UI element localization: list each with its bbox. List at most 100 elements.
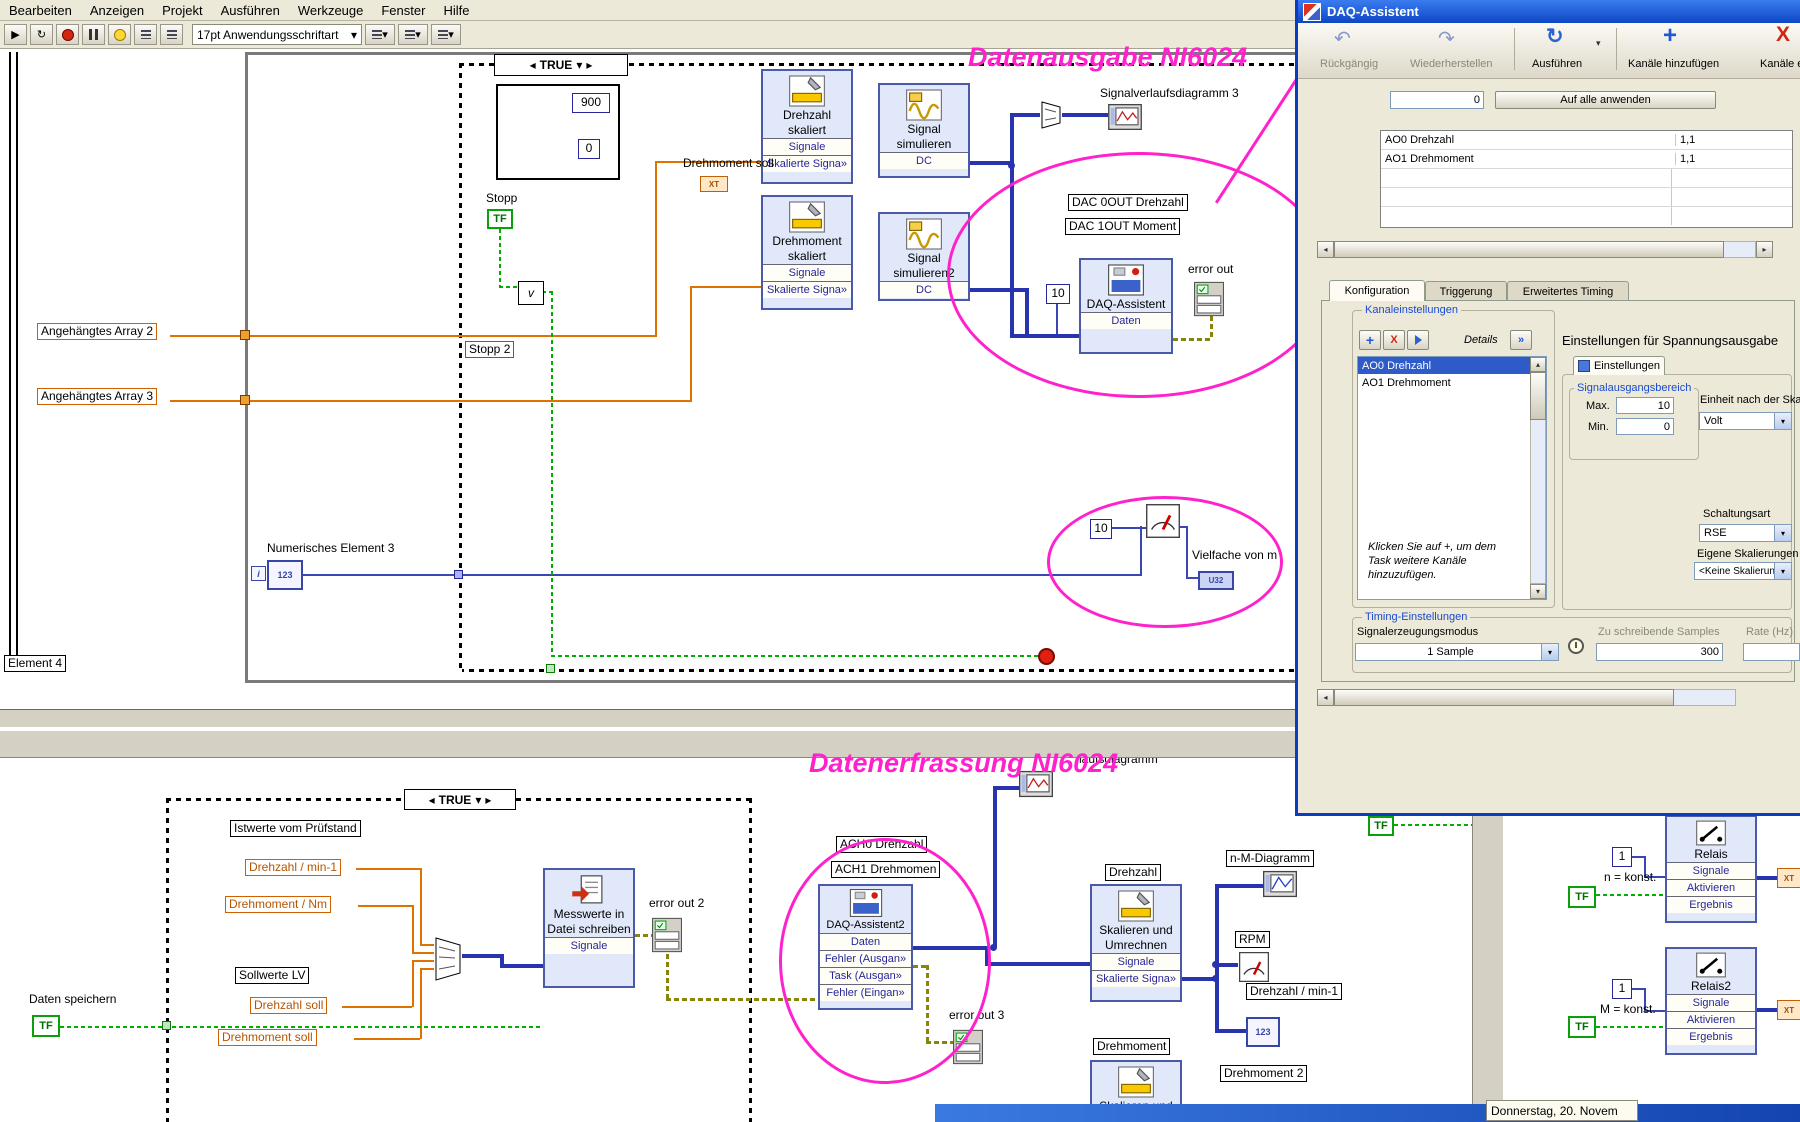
drehzahl-label[interactable]: Drehzahl [1105, 864, 1162, 881]
vi-terminal-row[interactable]: Signale [1667, 994, 1755, 1011]
circuit-combobox[interactable]: RSE ▾ [1699, 524, 1792, 542]
scroll-left-button[interactable]: ◂ [1317, 241, 1334, 258]
vi-terminal-row[interactable]: Signale [545, 937, 633, 954]
merge-signals-icon[interactable] [434, 936, 462, 987]
case-selector[interactable]: ◂ TRUE ▾ ▸ [494, 54, 628, 76]
tab-konfiguration[interactable]: Konfiguration [1329, 280, 1425, 301]
express-vi-signal-simulieren[interactable]: Signal simulieren DC [878, 83, 970, 178]
font-selector[interactable]: 17pt Anwendungsschriftart ▾ [192, 24, 362, 45]
xy-graph-terminal-icon[interactable] [1263, 870, 1297, 903]
vi-terminal-row[interactable]: Skalierte Signa» [763, 281, 851, 298]
table-row[interactable] [1381, 169, 1792, 188]
or-gate-icon[interactable]: v [518, 281, 544, 305]
case-structure-border[interactable] [166, 798, 169, 1122]
boolean-tunnel[interactable] [162, 1021, 171, 1030]
case-prev-icon[interactable]: ◂ [530, 58, 536, 72]
menu-fenster[interactable]: Fenster [372, 3, 434, 18]
vi-terminal-row[interactable]: Ergebnis [1667, 896, 1755, 913]
table-row[interactable]: AO0 Drehzahl 1,1 [1381, 131, 1792, 150]
scroll-left-button[interactable]: ◂ [1317, 689, 1334, 706]
table-row[interactable] [1381, 188, 1792, 207]
align-objects-button[interactable]: ▾ [365, 24, 395, 45]
wizard-button[interactable] [1407, 330, 1429, 350]
sollwerte-label[interactable]: Sollwerte LV [235, 967, 310, 984]
vi-terminal-row[interactable]: Signale [763, 264, 851, 281]
merge-signals-icon[interactable] [1040, 100, 1062, 135]
loop-tunnel[interactable] [240, 330, 250, 340]
vi-terminal-row[interactable]: Skalierte Signa» [763, 155, 851, 172]
unit-combobox[interactable]: Volt ▾ [1699, 412, 1792, 430]
stopp2-label[interactable]: Stopp 2 [465, 341, 515, 358]
redo-button[interactable]: Wiederherstellen [1410, 58, 1493, 70]
numeric-terminal-123[interactable]: 123 [1246, 1017, 1280, 1047]
details-expand-button[interactable]: » [1510, 330, 1532, 350]
case-selector[interactable]: ◂ TRUE ▾ ▸ [404, 789, 516, 810]
abort-button[interactable] [56, 24, 79, 45]
chevron-down-icon[interactable]: ▾ [475, 793, 481, 807]
boolean-terminal[interactable]: TF [1568, 1016, 1596, 1038]
tab-erweitertes-timing[interactable]: Erweitertes Timing [1507, 281, 1629, 301]
reorder-button[interactable]: ▾ [431, 24, 461, 45]
channel-list-item[interactable]: AO1 Drehmoment [1358, 374, 1530, 391]
remove-channels-button[interactable]: Kanäle ent [1760, 58, 1800, 70]
element4-label[interactable]: Element 4 [4, 655, 67, 672]
vi-terminal-row[interactable]: Signale [1667, 862, 1755, 879]
case-next-icon[interactable]: ▸ [485, 793, 491, 807]
vi-terminal-row[interactable]: Skalierte Signa» [1092, 970, 1180, 987]
vi-terminal-row[interactable]: Aktivieren [1667, 1011, 1755, 1028]
scroll-up-button[interactable]: ▴ [1530, 357, 1546, 372]
remove-channel-button[interactable]: X [1383, 330, 1405, 350]
case-structure-border[interactable] [459, 63, 462, 672]
step-over-button[interactable] [160, 24, 183, 45]
drehzahl-min-indicator-label[interactable]: Drehzahl / min-1 [1246, 983, 1343, 1000]
menu-werkzeuge[interactable]: Werkzeuge [289, 3, 373, 18]
edge-tunnel-icon[interactable]: XT [1777, 1000, 1800, 1020]
drehmoment2-label[interactable]: Drehmoment 2 [1220, 1065, 1308, 1082]
iteration-icon[interactable]: i [251, 566, 266, 581]
scrollbar-thumb[interactable] [1530, 372, 1546, 420]
stopp-boolean-terminal[interactable]: TF [487, 209, 513, 229]
case-structure-border[interactable] [459, 669, 1309, 672]
numeric-constant-1[interactable]: 1 [1612, 979, 1632, 999]
menu-hilfe[interactable]: Hilfe [434, 3, 478, 18]
express-vi-drehmoment-skaliert[interactable]: Drehmoment skaliert Signale Skalierte Si… [761, 195, 853, 310]
drehmoment-nm-label[interactable]: Drehmoment / Nm [225, 896, 332, 913]
custom-scaling-combobox[interactable]: <Keine Skalierung> ▾ [1694, 562, 1792, 580]
express-vi-messwerte-schreiben[interactable]: Messwerte in Datei schreiben Signale [543, 868, 635, 988]
dialog-titlebar[interactable]: DAQ-Assistent [1298, 0, 1800, 23]
drehmoment-soll-label[interactable]: Drehmoment soll [218, 1029, 317, 1046]
menu-bearbeiten[interactable]: Bearbeiten [0, 3, 81, 18]
scrollbar-thumb[interactable] [1334, 689, 1674, 706]
waveform-chart-terminal-icon[interactable] [1108, 104, 1142, 135]
rpm-label[interactable]: RPM [1235, 931, 1270, 948]
table-row[interactable]: AO1 Drehmoment 1,1 [1381, 150, 1792, 169]
numeric-terminal-123[interactable]: 123 [267, 560, 303, 590]
case-next-icon[interactable]: ▸ [586, 58, 592, 72]
menu-ausfuehren[interactable]: Ausführen [212, 3, 289, 18]
istwerte-label[interactable]: Istwerte vom Prüfstand [230, 820, 361, 837]
express-vi-relais[interactable]: Relais Signale Aktivieren Ergebnis [1665, 815, 1757, 923]
numeric-constant-900[interactable]: 900 [572, 93, 610, 113]
menu-projekt[interactable]: Projekt [153, 3, 211, 18]
error-cluster-icon[interactable] [652, 916, 682, 959]
drehmoment-label[interactable]: Drehmoment [1093, 1038, 1171, 1055]
boolean-terminal[interactable]: TF [1368, 816, 1394, 836]
run-button[interactable]: ▶ [4, 24, 27, 45]
menu-anzeigen[interactable]: Anzeigen [81, 3, 153, 18]
run-continuous-button[interactable]: ↻ [30, 24, 53, 45]
vi-terminal-row[interactable]: Aktivieren [1667, 879, 1755, 896]
chevron-down-icon[interactable]: ▾ [1596, 38, 1601, 49]
drehzahl-min-label[interactable]: Drehzahl / min-1 [245, 859, 342, 876]
vi-terminal-row[interactable]: DC [880, 152, 968, 169]
samples-input[interactable]: 300 [1596, 643, 1723, 661]
distribute-objects-button[interactable]: ▾ [398, 24, 428, 45]
scroll-right-button[interactable]: ▸ [1756, 241, 1773, 258]
dynamic-data-terminal-icon[interactable]: XT [700, 176, 728, 192]
express-vi-drehzahl-skaliert[interactable]: Drehzahl skaliert Signale Skalierte Sign… [761, 69, 853, 184]
undo-button[interactable]: Rückgängig [1320, 58, 1378, 70]
run-task-button[interactable]: Ausführen [1532, 58, 1582, 70]
edge-tunnel-icon[interactable]: XT [1777, 868, 1800, 888]
express-vi-skalieren[interactable]: Skalieren und Umrechnen Signale Skaliert… [1090, 884, 1182, 1002]
vi-terminal-row[interactable]: Signale [1092, 953, 1180, 970]
boolean-tunnel[interactable] [546, 664, 555, 673]
